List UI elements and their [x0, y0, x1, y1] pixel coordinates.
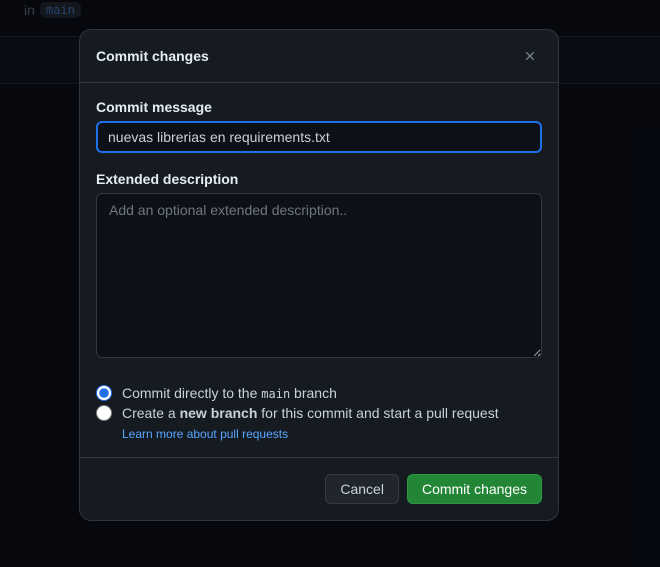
radio-new-branch[interactable] [96, 405, 112, 421]
dialog-body: Commit message Extended description Comm… [80, 82, 558, 458]
radio-new-branch-label[interactable]: Create a new branch for this commit and … [122, 405, 499, 421]
commit-message-input[interactable] [96, 121, 542, 153]
newbranch-pre-text: Create a [122, 405, 180, 421]
extended-description-label: Extended description [96, 171, 542, 187]
dialog-footer: Cancel Commit changes [80, 458, 558, 520]
direct-pre-text: Commit directly to the [122, 385, 261, 401]
radio-row-direct: Commit directly to the main branch [96, 383, 542, 403]
radio-commit-direct-label[interactable]: Commit directly to the main branch [122, 385, 337, 401]
direct-post-text: branch [290, 385, 337, 401]
dialog-header: Commit changes [80, 30, 558, 82]
close-button[interactable] [518, 44, 542, 68]
commit-message-label: Commit message [96, 99, 542, 115]
commit-target-radio-group: Commit directly to the main branch Creat… [96, 383, 542, 441]
radio-row-newbranch: Create a new branch for this commit and … [96, 403, 542, 423]
radio-commit-direct[interactable] [96, 385, 112, 401]
direct-branch-code: main [261, 387, 290, 401]
newbranch-post-text: for this commit and start a pull request [257, 405, 498, 421]
cancel-button[interactable]: Cancel [325, 474, 399, 504]
commit-changes-dialog: Commit changes Commit message Extended d… [79, 29, 559, 521]
commit-button[interactable]: Commit changes [407, 474, 542, 504]
extended-description-input[interactable] [96, 193, 542, 358]
learn-more-link[interactable]: Learn more about pull requests [122, 427, 542, 441]
newbranch-strong-text: new branch [180, 405, 258, 421]
dialog-title: Commit changes [96, 48, 209, 64]
close-icon [523, 49, 537, 63]
